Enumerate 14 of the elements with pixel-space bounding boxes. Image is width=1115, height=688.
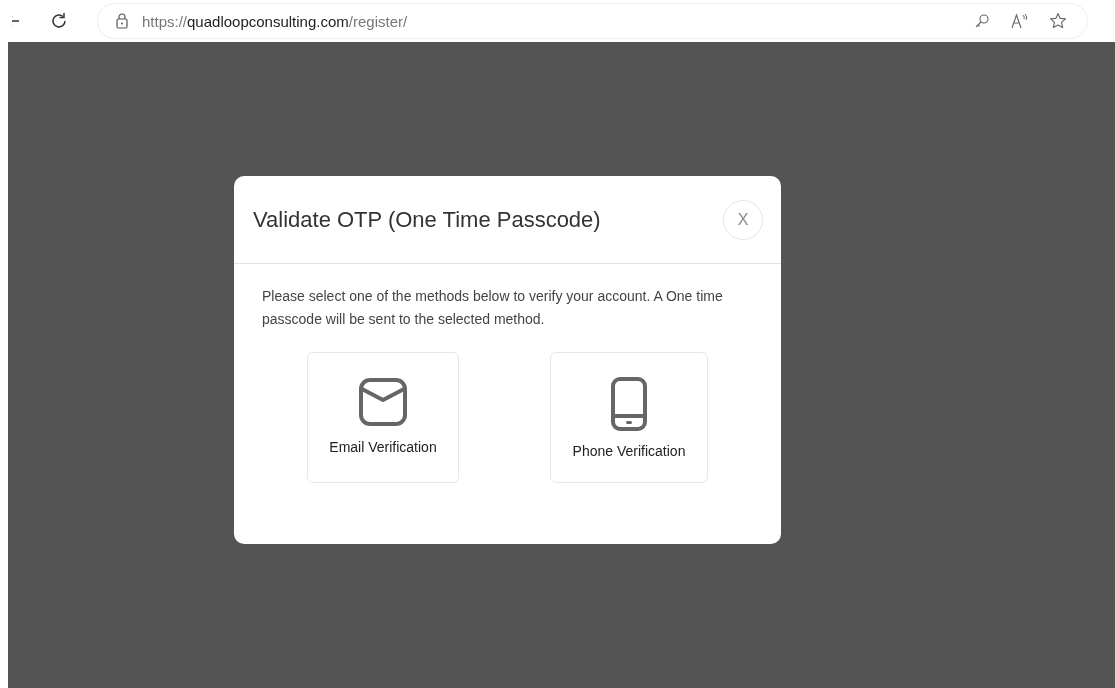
instruction-text: Please select one of the methods below to verify your account. A One time passcode will be sent to the selected method. [262, 287, 724, 329]
star-icon[interactable] [1049, 12, 1067, 30]
envelope-icon [358, 377, 408, 427]
lock-icon[interactable] [116, 13, 128, 29]
address-bar[interactable]: https://quadloopconsulting.com/register/ [98, 4, 1087, 38]
dialog-title: Validate OTP (One Time Passcode) [253, 206, 601, 233]
verification-option[interactable]: Phone Verification [550, 352, 708, 483]
reload-icon[interactable] [50, 12, 68, 30]
close-button[interactable]: X [723, 199, 763, 240]
url-text: https://quadloopconsulting.com/register/ [142, 12, 409, 30]
phone-icon [611, 377, 647, 431]
read-aloud-icon[interactable] [1011, 13, 1029, 29]
verification-option[interactable]: Email Verification [307, 352, 459, 483]
key-icon[interactable] [974, 13, 990, 29]
